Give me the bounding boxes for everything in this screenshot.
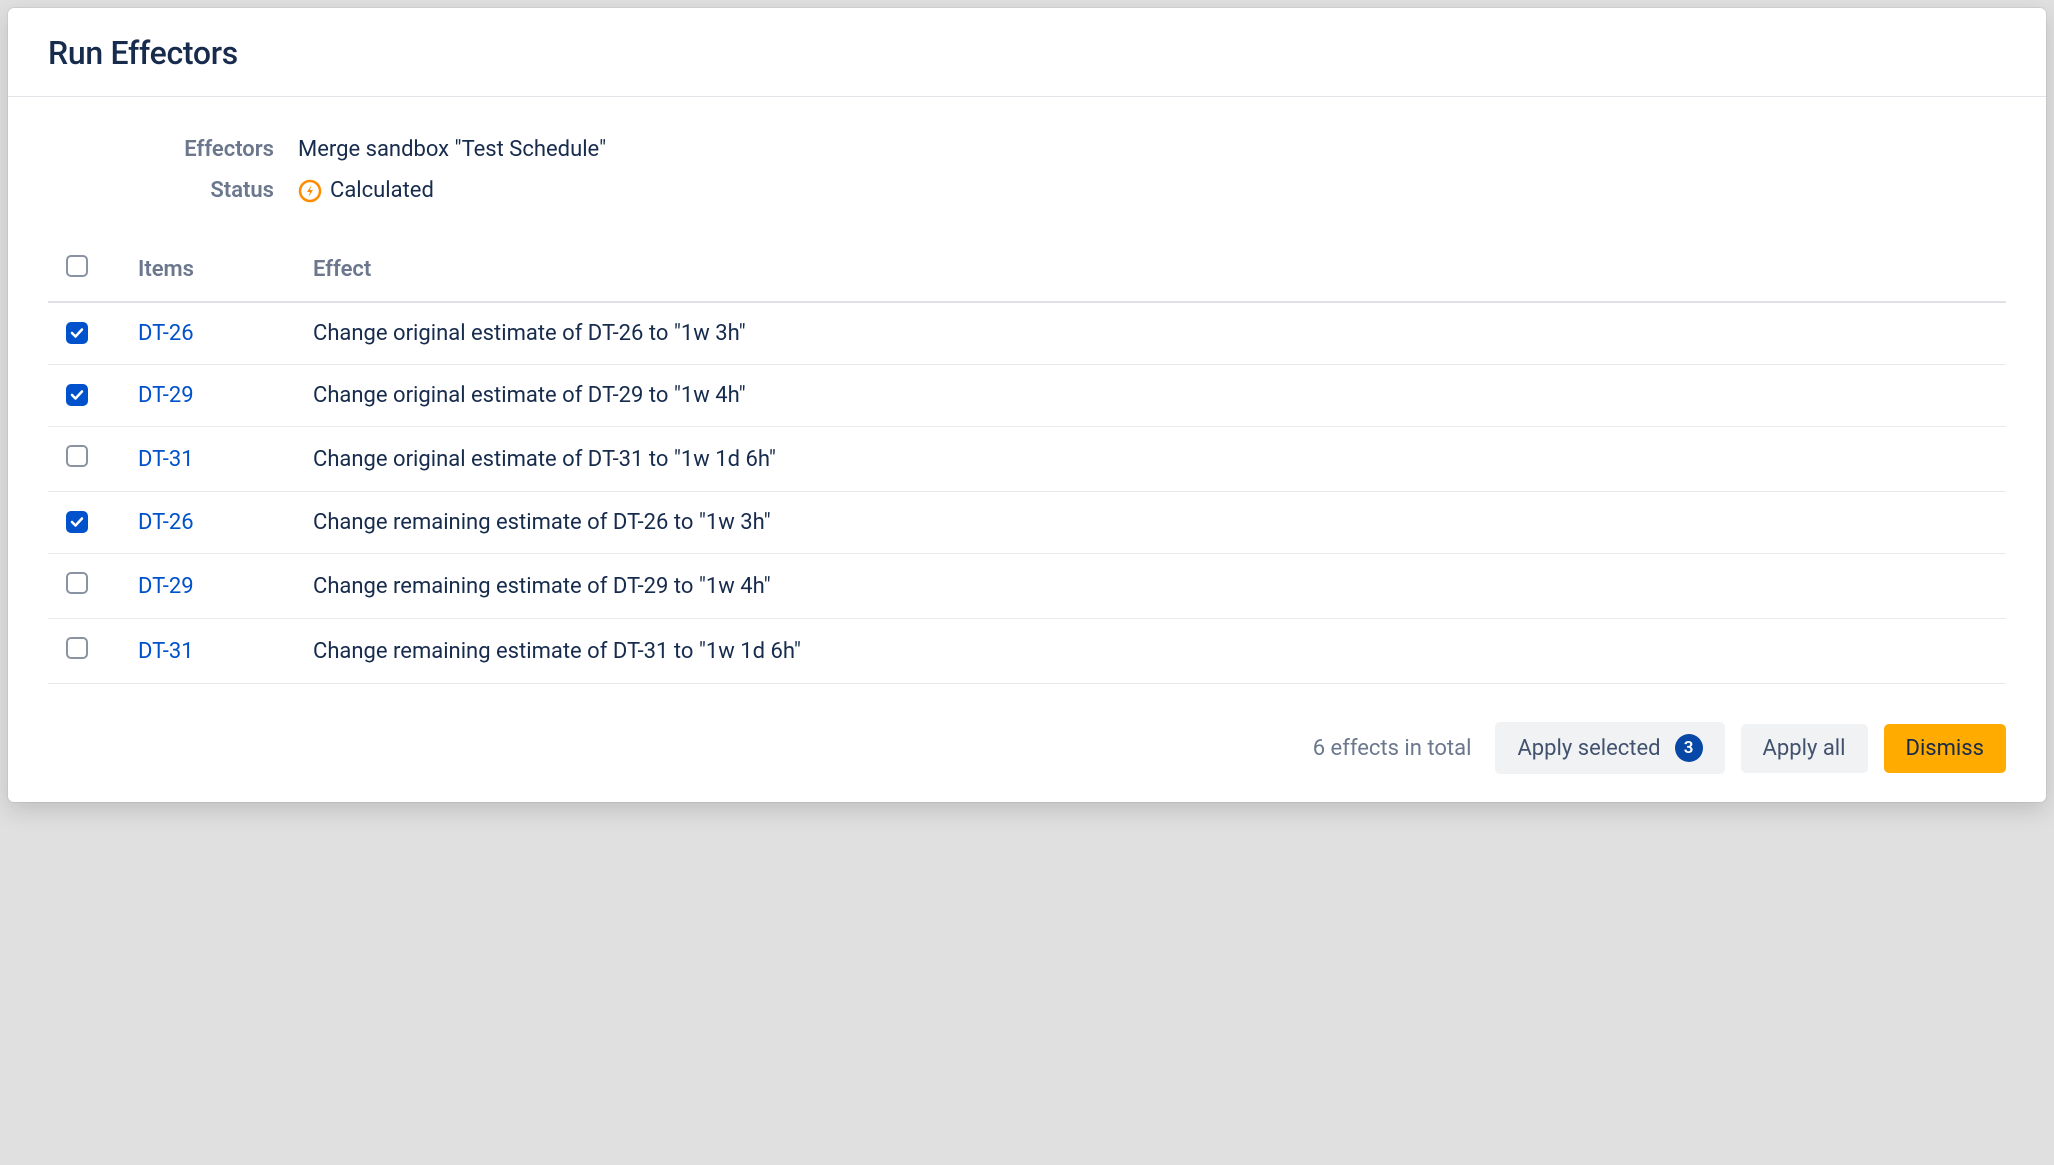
effect-text: Change remaining estimate of DT-31 to "1… xyxy=(313,639,801,664)
effect-text: Change remaining estimate of DT-29 to "1… xyxy=(313,574,771,599)
table-row: DT-29 Change original estimate of DT-29 t… xyxy=(48,365,2006,427)
effectors-value: Merge sandbox "Test Schedule" xyxy=(298,137,606,162)
row-checkbox[interactable] xyxy=(66,384,88,406)
item-link[interactable]: DT-29 xyxy=(138,383,194,408)
table-row: DT-31 Change original estimate of DT-31 t… xyxy=(48,427,2006,492)
header-items: Items xyxy=(138,241,313,302)
status-text: Calculated xyxy=(330,178,434,203)
status-label: Status xyxy=(48,178,298,203)
dialog-body: Effectors Merge sandbox "Test Schedule" … xyxy=(8,97,2046,694)
row-checkbox[interactable] xyxy=(66,445,88,467)
item-link[interactable]: DT-26 xyxy=(138,321,194,346)
row-checkbox[interactable] xyxy=(66,572,88,594)
dialog-title: Run Effectors xyxy=(48,34,2006,72)
dialog-footer: 6 effects in total Apply selected 3 Appl… xyxy=(8,694,2046,802)
apply-all-button[interactable]: Apply all xyxy=(1741,724,1868,773)
effectors-label: Effectors xyxy=(48,137,298,162)
item-link[interactable]: DT-31 xyxy=(138,447,194,472)
table-row: DT-26 Change original estimate of DT-26 t… xyxy=(48,302,2006,365)
effect-text: Change remaining estimate of DT-26 to "1… xyxy=(313,510,771,535)
row-checkbox[interactable] xyxy=(66,637,88,659)
effect-text: Change original estimate of DT-29 to "1w… xyxy=(313,383,746,408)
header-checkbox-cell xyxy=(48,241,138,302)
select-all-checkbox[interactable] xyxy=(66,255,88,277)
table-row: DT-31 Change remaining estimate of DT-31 … xyxy=(48,619,2006,684)
item-link[interactable]: DT-31 xyxy=(138,639,194,664)
effects-table: Items Effect DT-26 Change original estima… xyxy=(48,241,2006,684)
item-link[interactable]: DT-29 xyxy=(138,574,194,599)
calculated-icon xyxy=(298,179,322,203)
row-checkbox[interactable] xyxy=(66,511,88,533)
effects-tbody: DT-26 Change original estimate of DT-26 t… xyxy=(48,302,2006,684)
effects-summary: 6 effects in total xyxy=(1313,736,1472,761)
table-row: DT-29 Change remaining estimate of DT-29 … xyxy=(48,554,2006,619)
effectors-row: Effectors Merge sandbox "Test Schedule" xyxy=(48,137,2006,162)
item-link[interactable]: DT-26 xyxy=(138,510,194,535)
table-row: DT-26 Change remaining estimate of DT-26 … xyxy=(48,492,2006,554)
apply-selected-label: Apply selected xyxy=(1517,736,1660,761)
dialog-header: Run Effectors xyxy=(8,8,2046,97)
run-effectors-dialog: Run Effectors Effectors Merge sandbox "T… xyxy=(8,8,2046,802)
selected-count-badge: 3 xyxy=(1675,734,1703,762)
apply-selected-button[interactable]: Apply selected 3 xyxy=(1495,722,1724,774)
row-checkbox[interactable] xyxy=(66,322,88,344)
dismiss-button[interactable]: Dismiss xyxy=(1884,724,2007,773)
header-effect: Effect xyxy=(313,241,2006,302)
status-row: Status Calculated xyxy=(48,178,2006,203)
effect-text: Change original estimate of DT-26 to "1w… xyxy=(313,321,746,346)
effect-text: Change original estimate of DT-31 to "1w… xyxy=(313,447,776,472)
status-value: Calculated xyxy=(298,178,434,203)
